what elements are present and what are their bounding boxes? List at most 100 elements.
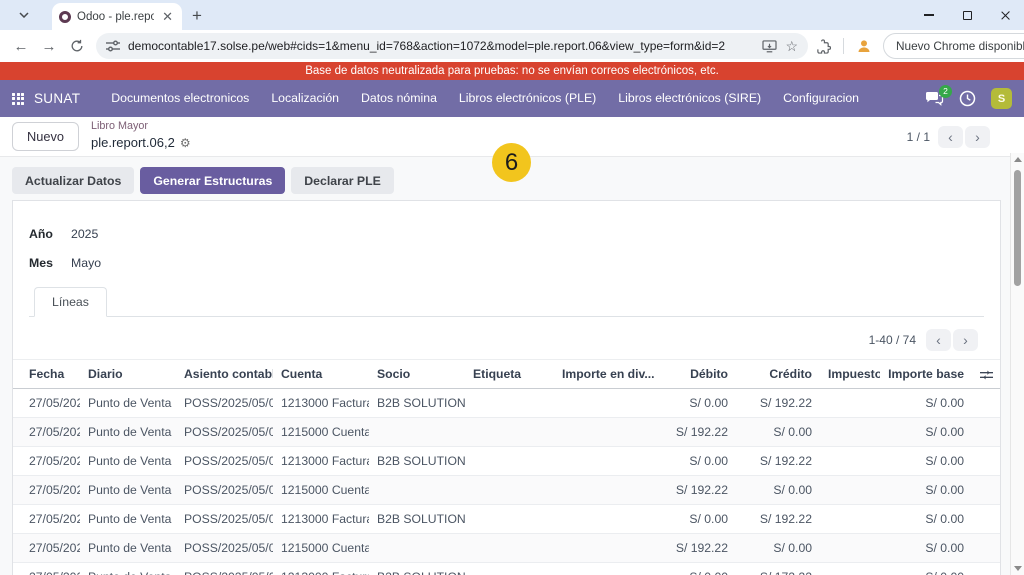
cell-asiento[interactable]: POSS/2025/05/0... xyxy=(176,504,273,534)
cell-socio[interactable]: B2B SOLUTIONS ... xyxy=(369,562,465,575)
table-row[interactable]: 27/05/2025Punto de VentaPOSS/2025/05/0..… xyxy=(13,446,1000,476)
cell-debito[interactable]: S/ 192.22 xyxy=(654,533,736,563)
table-row[interactable]: 27/05/2025Punto de VentaPOSS/2025/05/0..… xyxy=(13,417,1000,447)
cell-socio[interactable] xyxy=(369,417,465,447)
cell-cuenta[interactable]: 1213000 Facturas... xyxy=(273,389,369,418)
cell-credito[interactable]: S/ 192.22 xyxy=(736,504,820,534)
url-text[interactable]: democontable17.solse.pe/web#cids=1&menu_… xyxy=(128,39,754,53)
actualizar-datos-button[interactable]: Actualizar Datos xyxy=(12,167,135,194)
generar-estructuras-button[interactable]: Generar Estructuras xyxy=(140,167,286,194)
cell-impuesto[interactable] xyxy=(820,533,880,563)
table-row[interactable]: 27/05/2025Punto de VentaPOSS/2025/05/0..… xyxy=(13,562,1000,575)
record-prev-icon[interactable]: ‹ xyxy=(938,125,963,148)
table-row[interactable]: 27/05/2025Punto de VentaPOSS/2025/05/0..… xyxy=(13,504,1000,534)
cell-cuenta[interactable]: 1215000 Cuentas... xyxy=(273,533,369,563)
column-header-cuenta[interactable]: Cuenta xyxy=(273,359,369,389)
cell-etiqueta[interactable] xyxy=(465,562,554,575)
cell-etiqueta[interactable] xyxy=(465,475,554,505)
nav-item-datos-nomina[interactable]: Datos nómina xyxy=(350,80,448,117)
cell-fecha[interactable]: 27/05/2025 xyxy=(13,562,80,575)
cell-asiento[interactable]: POSS/2025/05/0... xyxy=(176,533,273,563)
column-header-fecha[interactable]: Fecha xyxy=(13,359,80,389)
nav-item-libros-ple[interactable]: Libros electrónicos (PLE) xyxy=(448,80,607,117)
cell-impuesto[interactable] xyxy=(820,417,880,447)
cell-asiento[interactable]: POSS/2025/05/0... xyxy=(176,446,273,476)
column-header-debito[interactable]: Débito xyxy=(654,359,736,389)
minimize-button[interactable] xyxy=(910,0,948,30)
new-record-button[interactable]: Nuevo xyxy=(12,122,79,151)
cell-impuesto[interactable] xyxy=(820,389,880,418)
cell-credito[interactable]: S/ 192.22 xyxy=(736,389,820,418)
cell-importe_div[interactable] xyxy=(554,533,654,563)
profile-avatar-icon[interactable] xyxy=(851,33,877,59)
declarar-ple-button[interactable]: Declarar PLE xyxy=(291,167,394,194)
cell-importe_div[interactable] xyxy=(554,475,654,505)
cell-debito[interactable]: S/ 0.00 xyxy=(654,389,736,418)
cell-diario[interactable]: Punto de Venta xyxy=(80,417,176,447)
cell-credito[interactable]: S/ 0.00 xyxy=(736,533,820,563)
column-header-asiento[interactable]: Asiento contable xyxy=(176,359,273,389)
cell-diario[interactable]: Punto de Venta xyxy=(80,446,176,476)
cell-diario[interactable]: Punto de Venta xyxy=(80,389,176,418)
cell-importe_div[interactable] xyxy=(554,504,654,534)
cell-importe_div[interactable] xyxy=(554,562,654,575)
site-info-icon[interactable] xyxy=(106,40,120,52)
cell-socio[interactable]: B2B SOLUTIONS ... xyxy=(369,504,465,534)
cell-etiqueta[interactable] xyxy=(465,533,554,563)
cell-importe_base[interactable]: S/ 0.00 xyxy=(880,562,972,575)
scroll-down-icon[interactable] xyxy=(1014,566,1022,571)
cell-socio[interactable]: B2B SOLUTIONS ... xyxy=(369,389,465,418)
breadcrumb-parent-link[interactable]: Libro Mayor xyxy=(91,120,191,133)
cell-diario[interactable]: Punto de Venta xyxy=(80,475,176,505)
cell-debito[interactable]: S/ 0.00 xyxy=(654,446,736,476)
cell-etiqueta[interactable] xyxy=(465,389,554,418)
cell-credito[interactable]: S/ 0.00 xyxy=(736,475,820,505)
cell-etiqueta[interactable] xyxy=(465,417,554,447)
table-row[interactable]: 27/05/2025Punto de VentaPOSS/2025/05/0..… xyxy=(13,389,1000,418)
column-header-diario[interactable]: Diario xyxy=(80,359,176,389)
column-header-importe_base[interactable]: Importe base xyxy=(880,359,972,389)
apps-grid-icon[interactable] xyxy=(12,92,24,105)
column-header-impuesto[interactable]: Impuesto xyxy=(820,359,880,389)
settings-gear-icon[interactable]: ⚙ xyxy=(180,136,191,150)
cell-importe_div[interactable] xyxy=(554,446,654,476)
back-icon[interactable]: ← xyxy=(8,33,34,59)
cell-asiento[interactable]: POSS/2025/05/0... xyxy=(176,389,273,418)
cell-fecha[interactable]: 27/05/2025 xyxy=(13,446,80,476)
activities-clock-icon[interactable] xyxy=(959,90,976,107)
column-header-etiqueta[interactable]: Etiqueta xyxy=(465,359,554,389)
user-avatar[interactable]: S xyxy=(991,88,1012,109)
tab-close-icon[interactable]: ✕ xyxy=(160,10,175,23)
app-brand[interactable]: SUNAT xyxy=(34,91,80,106)
optional-columns-icon[interactable] xyxy=(972,359,1000,389)
cell-importe_base[interactable]: S/ 0.00 xyxy=(880,504,972,534)
cell-importe_base[interactable]: S/ 0.00 xyxy=(880,475,972,505)
install-app-icon[interactable] xyxy=(762,39,778,53)
year-value[interactable]: 2025 xyxy=(71,227,98,241)
cell-credito[interactable]: S/ 172.22 xyxy=(736,562,820,575)
cell-cuenta[interactable]: 1213000 Facturas... xyxy=(273,446,369,476)
cell-etiqueta[interactable] xyxy=(465,504,554,534)
tab-search-chevron-icon[interactable] xyxy=(14,5,34,25)
column-header-socio[interactable]: Socio xyxy=(369,359,465,389)
cell-impuesto[interactable] xyxy=(820,446,880,476)
scrollbar-thumb[interactable] xyxy=(1014,170,1021,286)
record-next-icon[interactable]: › xyxy=(965,125,990,148)
list-next-icon[interactable]: › xyxy=(953,329,978,351)
cell-asiento[interactable]: POSS/2025/05/0... xyxy=(176,562,273,575)
month-value[interactable]: Mayo xyxy=(71,256,101,270)
cell-socio[interactable] xyxy=(369,533,465,563)
scroll-up-icon[interactable] xyxy=(1014,157,1022,162)
cell-credito[interactable]: S/ 192.22 xyxy=(736,446,820,476)
address-bar[interactable]: democontable17.solse.pe/web#cids=1&menu_… xyxy=(96,33,808,59)
cell-diario[interactable]: Punto de Venta xyxy=(80,562,176,575)
table-row[interactable]: 27/05/2025Punto de VentaPOSS/2025/05/0..… xyxy=(13,475,1000,505)
bookmark-star-icon[interactable]: ☆ xyxy=(785,38,798,55)
cell-socio[interactable] xyxy=(369,475,465,505)
list-prev-icon[interactable]: ‹ xyxy=(926,329,951,351)
cell-importe_base[interactable]: S/ 0.00 xyxy=(880,533,972,563)
cell-socio[interactable]: B2B SOLUTIONS ... xyxy=(369,446,465,476)
browser-tab[interactable]: Odoo - ple.report.06,2 ✕ xyxy=(52,3,182,30)
column-header-importe_div[interactable]: Importe en div... xyxy=(554,359,654,389)
cell-importe_base[interactable]: S/ 0.00 xyxy=(880,389,972,418)
